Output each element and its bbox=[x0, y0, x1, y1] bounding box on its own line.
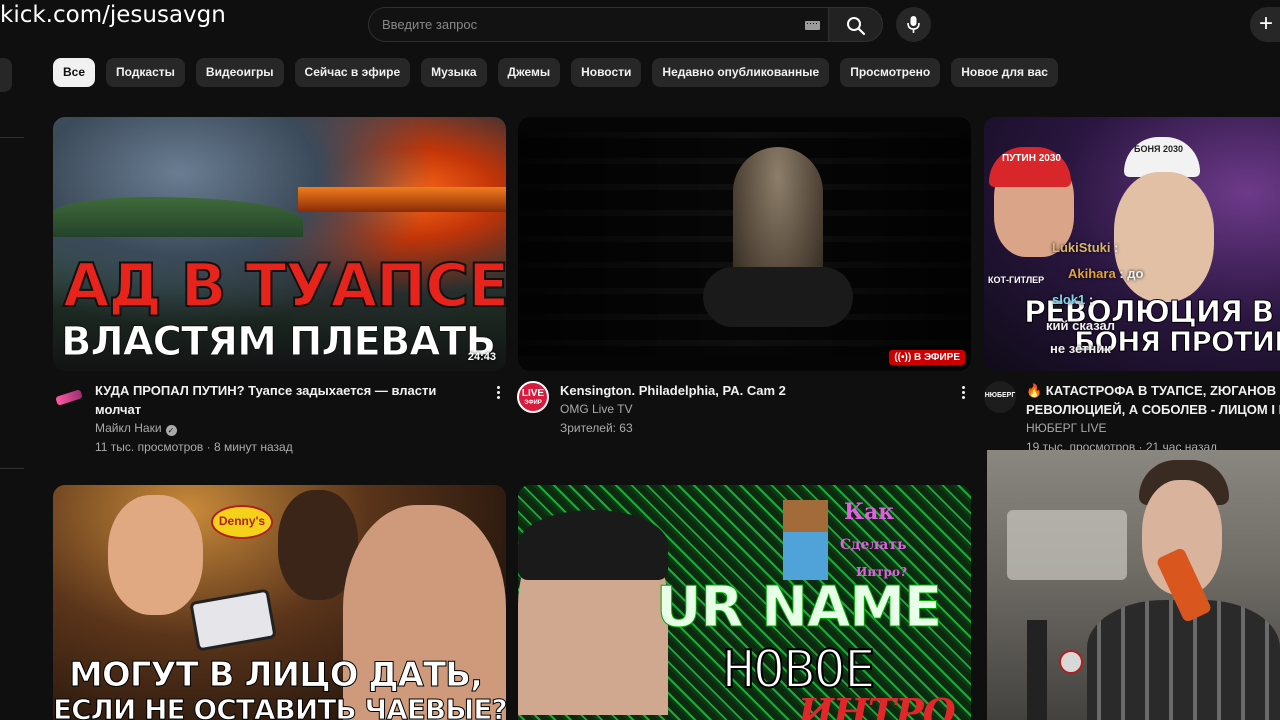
chat-user: Akihara bbox=[1068, 266, 1116, 281]
channel-name-row: Майкл Наки ✓ bbox=[95, 419, 177, 438]
chat-user: LukiStuki bbox=[1052, 240, 1111, 255]
thumbnail-subheadline: ЕСЛИ НЕ ОСТАВИТЬ ЧАЕВЫЕ? bbox=[53, 693, 506, 720]
thumbnail-subheadline: ИНТРО bbox=[798, 690, 956, 720]
chip-video-games[interactable]: Видеоигры bbox=[195, 58, 284, 87]
video-thumbnail[interactable]: ПУТИН 2030 БОНЯ 2030 КОТ-ГИТЛЕР РЕВОЛЮЦИ… bbox=[984, 117, 1280, 371]
chip-new-to-you[interactable]: Новое для вас bbox=[951, 58, 1058, 87]
avatar-efir-text: ЭФИР bbox=[524, 400, 542, 406]
video-stats: 19 тыс. просмотров · 21 час назад bbox=[1026, 440, 1218, 450]
chat-message: Akihara : до bbox=[1068, 266, 1143, 281]
chip-live[interactable]: Сейчас в эфире bbox=[294, 58, 411, 87]
chat-message: не зетник bbox=[1050, 341, 1111, 356]
streamer-webcam bbox=[987, 450, 1280, 720]
chat-text: : bbox=[1088, 292, 1094, 307]
search-input[interactable]: Введите запрос bbox=[368, 7, 828, 42]
filter-chips: Все Подкасты Видеоигры Сейчас в эфире Му… bbox=[53, 58, 1058, 87]
cap-right-text: БОНЯ 2030 bbox=[1134, 144, 1183, 154]
thumbnail-headline: МОГУТ В ЛИЦО ДАТЬ, bbox=[69, 655, 484, 696]
chat-user: slok1 bbox=[1052, 292, 1086, 307]
channel-name[interactable]: НЮБЕРГ LIVE bbox=[1026, 419, 1107, 438]
thumbnail-subheadline: ВЛАСТЯМ ПЛЕВАТЬ bbox=[60, 319, 496, 366]
sidebar-item-home[interactable] bbox=[0, 58, 12, 92]
thumbnail-name-text: UR NAME bbox=[655, 575, 942, 641]
thumbnail-sign: Denny's bbox=[218, 514, 266, 528]
video-title-line[interactable]: 🔥 КАТАСТРОФА В ТУАПСЕ, ZЮГАНОВ П bbox=[1026, 381, 1280, 400]
thumbnail-question-2: Сделать bbox=[840, 537, 907, 553]
video-stats: Зрителей: 63 bbox=[560, 421, 633, 435]
chat-text: : до bbox=[1119, 266, 1144, 281]
channel-avatar[interactable] bbox=[53, 381, 85, 413]
sidebar-divider bbox=[0, 137, 24, 138]
plus-icon: + bbox=[1259, 10, 1274, 37]
channel-name[interactable]: Майкл Наки bbox=[95, 421, 162, 435]
voice-search-button[interactable] bbox=[896, 7, 931, 42]
thumbnail-headline: АД В ТУАПСЕ bbox=[62, 250, 506, 322]
more-options-icon[interactable] bbox=[495, 386, 501, 402]
thumbnail-tag: КОТ-ГИТЛЕР bbox=[988, 275, 1045, 285]
avatar-live-text: LIVE bbox=[521, 388, 545, 399]
channel-avatar[interactable]: LIVE ЭФИР bbox=[517, 381, 549, 413]
chip-music[interactable]: Музыка bbox=[421, 58, 487, 87]
video-thumbnail[interactable]: АД В ТУАПСЕ ВЛАСТЯМ ПЛЕВАТЬ 24:43 bbox=[53, 117, 506, 371]
video-duration: 24:43 bbox=[467, 351, 496, 363]
chip-recently-uploaded[interactable]: Недавно опубликованные bbox=[652, 58, 830, 87]
video-thumbnail[interactable]: Denny's МОГУТ В ЛИЦО ДАТЬ, ЕСЛИ НЕ ОСТАВ… bbox=[53, 485, 506, 720]
video-title[interactable]: Kensington. Philadelphia, PA. Cam 2 bbox=[560, 381, 945, 400]
search-placeholder: Введите запрос bbox=[382, 17, 478, 32]
video-stats: 11 тыс. просмотров · 8 минут назад bbox=[95, 440, 293, 454]
thumbnail-question-1: Как bbox=[844, 499, 895, 525]
chat-message: LukiStuki : bbox=[1052, 240, 1118, 255]
more-options-icon[interactable] bbox=[960, 386, 966, 402]
cap-left-text: ПУТИН 2030 bbox=[1002, 153, 1061, 164]
verified-icon: ✓ bbox=[165, 425, 177, 436]
avatar-text: НЮБЕРГ bbox=[984, 392, 1016, 399]
create-button[interactable]: + bbox=[1250, 7, 1280, 42]
chat-message: кий сказал bbox=[1046, 318, 1116, 333]
video-thumbnail[interactable]: Как Сделать Интро? UR NAME НОВОЕ ИНТРО bbox=[518, 485, 971, 720]
stream-url-watermark: kick.com/jesusavgn bbox=[0, 2, 226, 28]
search-button[interactable] bbox=[828, 7, 883, 42]
keyboard-icon[interactable] bbox=[805, 21, 820, 30]
channel-name[interactable]: OMG Live TV bbox=[560, 400, 632, 419]
chip-all[interactable]: Все bbox=[53, 58, 96, 87]
search-icon bbox=[847, 17, 866, 36]
chat-text: : bbox=[1114, 240, 1119, 255]
chat-message: slok1 : bbox=[1052, 292, 1093, 307]
sidebar-divider bbox=[0, 468, 24, 469]
video-thumbnail[interactable]: ((•)) В ЭФИРЕ bbox=[518, 117, 971, 371]
chip-mixes[interactable]: Джемы bbox=[497, 58, 561, 87]
channel-avatar[interactable]: НЮБЕРГ bbox=[984, 381, 1016, 413]
chip-news[interactable]: Новости bbox=[571, 58, 642, 87]
chip-watched[interactable]: Просмотрено bbox=[840, 58, 941, 87]
mic-icon bbox=[907, 16, 920, 33]
live-badge: ((•)) В ЭФИРЕ bbox=[889, 350, 965, 365]
chip-podcasts[interactable]: Подкасты bbox=[106, 58, 185, 87]
video-title[interactable]: КУДА ПРОПАЛ ПУТИН? Туапсе задыхается — в… bbox=[95, 381, 480, 419]
video-title-line[interactable]: РЕВОЛЮЦИЕЙ, А СОБОЛЕВ - ЛИЦОМ І М bbox=[1026, 400, 1280, 419]
